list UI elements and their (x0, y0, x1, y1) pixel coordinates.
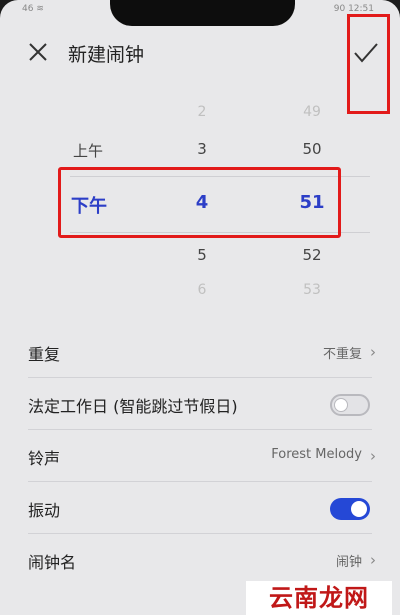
camera-notch (110, 0, 295, 26)
minute-option[interactable]: 52 (290, 246, 334, 264)
chevron-right-icon: › (370, 447, 376, 465)
minute-option[interactable]: 53 (290, 282, 334, 298)
hour-option[interactable]: 2 (180, 104, 224, 120)
alarm-name-value: 闹钟 (335, 555, 362, 570)
header-bar: 新建闹钟 (0, 26, 400, 78)
phone-screen: 46 ≋ 90 12:51 新建闹钟 2 49 上午 3 50 下午 4 51 … (0, 0, 400, 615)
chevron-right-icon: › (370, 343, 376, 361)
repeat-label: 重复 (28, 345, 61, 364)
ringtone-value: Forest Melody (271, 447, 362, 462)
minute-option[interactable]: 50 (290, 140, 334, 158)
holiday-toggle[interactable] (330, 394, 370, 416)
repeat-value: 不重复 (322, 347, 362, 362)
vibrate-toggle[interactable] (330, 498, 370, 520)
close-icon (29, 43, 47, 61)
page-title: 新建闹钟 (68, 44, 145, 66)
hour-option[interactable]: 6 (180, 282, 224, 298)
vibrate-row[interactable]: 振动 (0, 482, 400, 534)
hour-option[interactable]: 5 (180, 246, 224, 264)
watermark-logo: 云南龙网 (246, 581, 392, 615)
selection-highlight-box (58, 167, 341, 238)
holiday-row[interactable]: 法定工作日 (智能跳过节假日) (0, 378, 400, 430)
battery-time-status: 90 12:51 (333, 4, 374, 14)
signal-status: 46 ≋ (22, 4, 44, 14)
period-option[interactable]: 上午 (66, 140, 110, 161)
hour-option[interactable]: 3 (180, 140, 224, 158)
vibrate-label: 振动 (28, 501, 61, 520)
minute-option[interactable]: 49 (290, 104, 334, 120)
alarm-name-row[interactable]: 闹钟名 闹钟 › (0, 534, 400, 586)
close-button[interactable] (26, 40, 50, 64)
ringtone-label: 铃声 (28, 449, 61, 468)
toggle-knob (334, 398, 348, 412)
toggle-knob (351, 501, 367, 517)
holiday-label: 法定工作日 (智能跳过节假日) (28, 397, 238, 416)
chevron-right-icon: › (370, 551, 376, 569)
repeat-row[interactable]: 重复 不重复 › (0, 326, 400, 378)
ringtone-row[interactable]: 铃声 Forest Melody › (0, 430, 400, 482)
confirm-highlight-box (347, 14, 390, 114)
alarm-name-label: 闹钟名 (28, 553, 77, 572)
settings-list: 重复 不重复 › 法定工作日 (智能跳过节假日) 铃声 Forest Melod… (0, 326, 400, 586)
